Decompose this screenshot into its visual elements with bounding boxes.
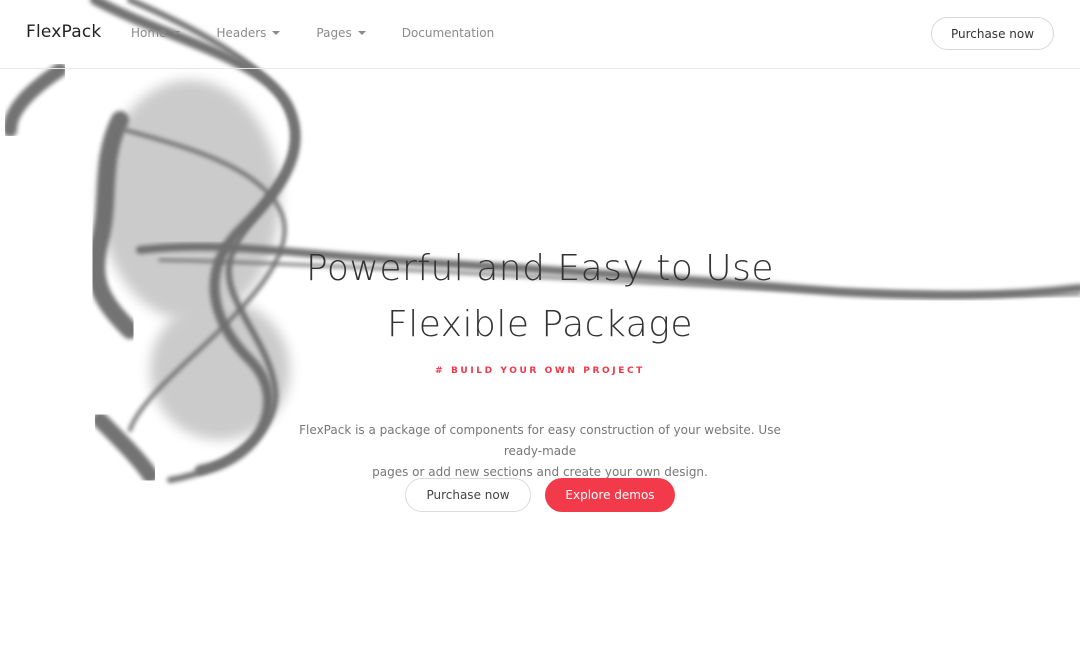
nav-item-documentation[interactable]: Documentation xyxy=(402,26,495,40)
caret-down-icon xyxy=(272,31,281,35)
main-nav: Home Headers Pages Documentation xyxy=(131,26,530,40)
caret-down-icon xyxy=(172,31,181,35)
nav-item-label: Headers xyxy=(216,26,267,40)
nav-item-pages[interactable]: Pages xyxy=(316,26,366,40)
nav-item-label: Documentation xyxy=(401,26,495,40)
brand-logo[interactable]: FlexPack xyxy=(26,22,101,42)
top-navbar: FlexPack Home Headers Pages Documentatio… xyxy=(0,0,1080,69)
caret-down-icon xyxy=(357,31,366,35)
hero-section: Powerful and Easy to Use Flexible Packag… xyxy=(0,0,1080,672)
hero-title-line1: Powerful and Easy to Use xyxy=(305,248,775,289)
hero-purchase-button[interactable]: Purchase now xyxy=(405,478,531,512)
hero-title-line2: Flexible Package xyxy=(387,304,693,345)
nav-item-label: Pages xyxy=(316,26,352,40)
explore-demos-button[interactable]: Explore demos xyxy=(545,478,675,512)
hero-description-line1: FlexPack is a package of components for … xyxy=(299,423,781,458)
hero-tagline: # BUILD YOUR OWN PROJECT xyxy=(435,366,645,376)
nav-item-label: Home xyxy=(131,26,167,40)
hero-description-line2: pages or add new sections and create you… xyxy=(372,465,708,479)
nav-item-headers[interactable]: Headers xyxy=(216,26,281,40)
nav-purchase-button[interactable]: Purchase now xyxy=(931,17,1054,50)
nav-item-home[interactable]: Home xyxy=(131,26,181,40)
hero-description: FlexPack is a package of components for … xyxy=(280,420,800,483)
